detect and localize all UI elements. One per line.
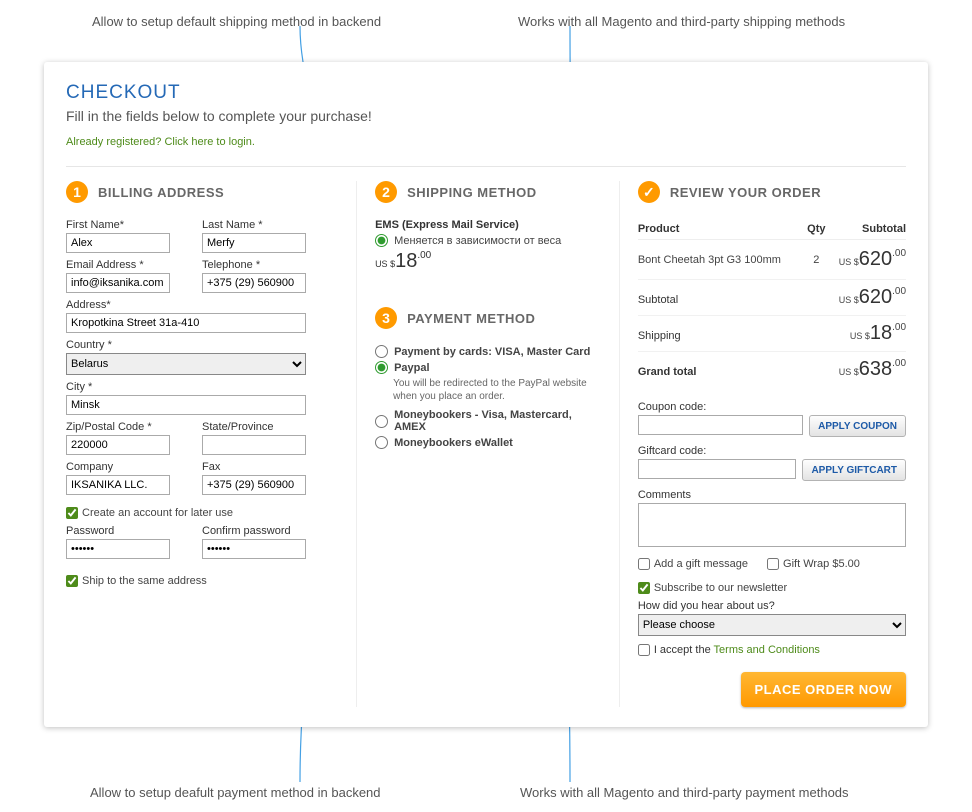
state-label: State/Province xyxy=(202,421,306,433)
annotation-payment-methods: Works with all Magento and third-party p… xyxy=(520,785,849,800)
zip-label: Zip/Postal Code * xyxy=(66,421,170,433)
shipping-total-label: Shipping xyxy=(638,330,681,342)
giftcard-input[interactable] xyxy=(638,459,797,479)
telephone-input[interactable] xyxy=(202,273,306,293)
first-name-label: First Name* xyxy=(66,219,170,231)
first-name-input[interactable] xyxy=(66,233,170,253)
email-label: Email Address * xyxy=(66,259,170,271)
billing-title: BILLING ADDRESS xyxy=(98,185,224,200)
grand-total-value: US $638.00 xyxy=(839,358,906,381)
zip-input[interactable] xyxy=(66,435,170,455)
annotation-payment-default: Allow to setup deafult payment method in… xyxy=(90,785,381,800)
state-input[interactable] xyxy=(202,435,306,455)
newsletter-label: Subscribe to our newsletter xyxy=(654,582,787,594)
shipping-option-radio[interactable] xyxy=(375,234,388,247)
step-3-badge: 3 xyxy=(375,307,397,329)
payment-mb-card-radio[interactable] xyxy=(375,415,388,428)
fax-input[interactable] xyxy=(202,475,306,495)
ship-same-checkbox[interactable] xyxy=(66,575,78,587)
step-2-badge: 2 xyxy=(375,181,397,203)
telephone-label: Telephone * xyxy=(202,259,306,271)
gift-wrap-label: Gift Wrap $5.00 xyxy=(783,558,860,570)
subtotal-label: Subtotal xyxy=(638,294,678,306)
page-title: CHECKOUT xyxy=(66,82,906,104)
comments-label: Comments xyxy=(638,489,906,501)
place-order-button[interactable]: PLACE ORDER NOW xyxy=(741,672,907,707)
accept-terms-text: I accept the Terms and Conditions xyxy=(654,644,820,656)
step-1-badge: 1 xyxy=(66,181,88,203)
table-row: Bont Cheetah 3pt G3 100mm 2 US $620.00 xyxy=(638,240,906,280)
payment-mb-card-label: Moneybookers - Visa, Mastercard, AMEX xyxy=(394,409,601,433)
giftcard-label: Giftcard code: xyxy=(638,445,906,457)
coupon-input[interactable] xyxy=(638,415,803,435)
paypal-note: You will be redirected to the PayPal web… xyxy=(375,377,601,403)
apply-giftcard-button[interactable]: APPLY GIFTCART xyxy=(802,459,906,481)
country-label: Country * xyxy=(66,339,338,351)
password-label: Password xyxy=(66,525,170,537)
confirm-password-label: Confirm password xyxy=(202,525,306,537)
terms-link[interactable]: Terms and Conditions xyxy=(714,644,820,656)
accept-terms-checkbox[interactable] xyxy=(638,644,650,656)
address-input[interactable] xyxy=(66,313,306,333)
payment-mb-wallet-radio[interactable] xyxy=(375,436,388,449)
fax-label: Fax xyxy=(202,461,306,473)
th-qty: Qty xyxy=(806,219,828,240)
payment-card-label: Payment by cards: VISA, Master Card xyxy=(394,346,590,358)
login-link[interactable]: Already registered? Click here to login. xyxy=(66,136,255,148)
apply-coupon-button[interactable]: APPLY COUPON xyxy=(809,415,906,437)
payment-paypal-radio[interactable] xyxy=(375,361,388,374)
create-account-checkbox[interactable] xyxy=(66,507,78,519)
shipping-method-name: EMS (Express Mail Service) xyxy=(375,219,601,231)
annotation-shipping-default: Allow to setup default shipping method i… xyxy=(92,14,381,29)
ship-same-label: Ship to the same address xyxy=(82,575,207,587)
annotation-shipping-methods: Works with all Magento and third-party s… xyxy=(518,14,845,29)
grand-total-label: Grand total xyxy=(638,366,697,378)
billing-address-section: 1 BILLING ADDRESS First Name* Last Name … xyxy=(66,181,356,707)
item-subtotal: US $620.00 xyxy=(827,240,906,280)
payment-card-radio[interactable] xyxy=(375,345,388,358)
comments-textarea[interactable] xyxy=(638,503,906,547)
address-label: Address* xyxy=(66,299,338,311)
review-title: REVIEW YOUR ORDER xyxy=(670,185,821,200)
review-order-section: REVIEW YOUR ORDER Product Qty Subtotal B… xyxy=(620,181,906,707)
payment-method-section: 3 PAYMENT METHOD Payment by cards: VISA,… xyxy=(375,307,601,449)
confirm-password-input[interactable] xyxy=(202,539,306,559)
payment-mb-wallet-label: Moneybookers eWallet xyxy=(394,437,513,449)
last-name-input[interactable] xyxy=(202,233,306,253)
create-account-label: Create an account for later use xyxy=(82,507,233,519)
checkout-panel: CHECKOUT Fill in the fields below to com… xyxy=(44,62,928,727)
gift-wrap-checkbox[interactable] xyxy=(767,558,779,570)
hear-label: How did you hear about us? xyxy=(638,600,906,612)
th-product: Product xyxy=(638,219,806,240)
coupon-label: Coupon code: xyxy=(638,401,906,413)
step-review-badge xyxy=(638,181,660,203)
th-subtotal: Subtotal xyxy=(827,219,906,240)
newsletter-checkbox[interactable] xyxy=(638,582,650,594)
hear-select[interactable]: Please choose xyxy=(638,614,906,636)
item-qty: 2 xyxy=(806,240,828,280)
company-input[interactable] xyxy=(66,475,170,495)
country-select[interactable]: Belarus xyxy=(66,353,306,375)
company-label: Company xyxy=(66,461,170,473)
password-input[interactable] xyxy=(66,539,170,559)
payment-title: PAYMENT METHOD xyxy=(407,311,535,326)
item-name: Bont Cheetah 3pt G3 100mm xyxy=(638,240,806,280)
shipping-price: US $18.00 xyxy=(375,250,601,273)
city-label: City * xyxy=(66,381,338,393)
last-name-label: Last Name * xyxy=(202,219,306,231)
page-subtitle: Fill in the fields below to complete you… xyxy=(66,108,906,124)
email-input[interactable] xyxy=(66,273,170,293)
shipping-method-section: 2 SHIPPING METHOD EMS (Express Mail Serv… xyxy=(375,181,601,273)
gift-message-label: Add a gift message xyxy=(654,558,748,570)
gift-message-checkbox[interactable] xyxy=(638,558,650,570)
subtotal-value: US $620.00 xyxy=(839,286,906,309)
shipping-title: SHIPPING METHOD xyxy=(407,185,537,200)
order-table: Product Qty Subtotal Bont Cheetah 3pt G3… xyxy=(638,219,906,279)
shipping-option-label: Меняется в зависимости от веса xyxy=(394,235,561,247)
payment-paypal-label: Paypal xyxy=(394,362,429,374)
city-input[interactable] xyxy=(66,395,306,415)
shipping-total-value: US $18.00 xyxy=(850,322,906,345)
